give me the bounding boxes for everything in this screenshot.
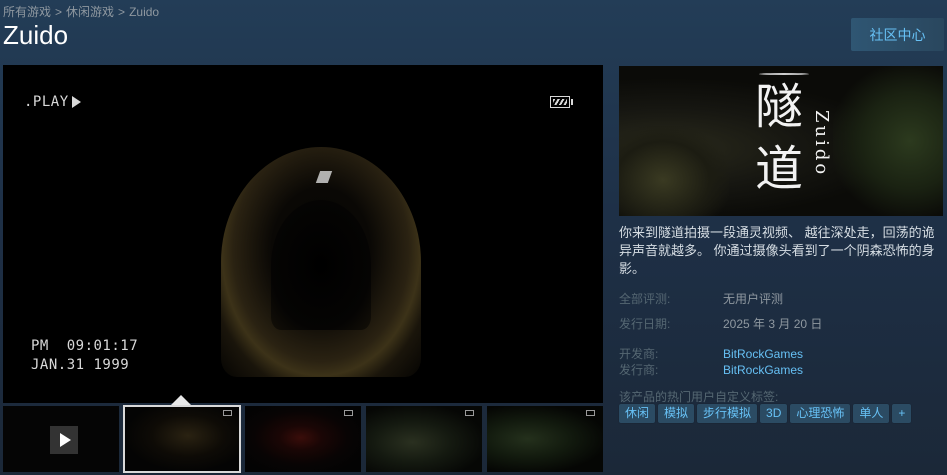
thumbnail-screenshot[interactable] [245,406,361,472]
thumb-battery-icon [344,410,353,416]
capsule-logo-line [759,73,809,75]
publisher-row: 发行商: BitRockGames [619,361,803,378]
developer-row: 开发商: BitRockGames [619,345,803,362]
reviews-row: 全部评测: 无用户评测 [619,290,783,307]
add-tag-button[interactable]: + [892,404,912,423]
thumbnail-video[interactable] [3,406,119,472]
vhs-play-icon [72,96,81,108]
video-play-icon [50,426,78,454]
release-date-value: 2025 年 3 月 20 日 [723,317,823,331]
capsule-logo-char-2: 道 [754,141,803,197]
breadcrumb-separator: > [55,5,63,19]
tag-simulation[interactable]: 模拟 [658,404,695,423]
tag-3d[interactable]: 3D [760,404,788,423]
thumbnail-screenshot[interactable] [366,406,482,472]
release-date-row: 发行日期: 2025 年 3 月 20 日 [619,315,822,332]
capsule-logo-char-1: 隧 [754,79,803,135]
breadcrumb: 所有游戏 > 休闲游戏 > Zuido [3,3,159,20]
release-date-label: 发行日期: [619,317,671,331]
developer-label: 开发商: [619,347,659,361]
community-hub-button[interactable]: 社区中心 [851,18,944,51]
publisher-label: 发行商: [619,363,659,377]
tunnel-depth [271,200,371,330]
breadcrumb-separator: > [118,5,126,19]
game-description: 你来到隧道拍摄一段通灵视频、 越往深处走，回荡的诡异声音就越多。 你通过摄像头看… [619,225,935,276]
reviews-value: 无用户评测 [723,292,784,306]
thumb-battery-icon [465,410,474,416]
vhs-date: JAN.31 1999 [31,357,130,373]
capsule-foliage-right [833,66,943,216]
thumbnail-strip [3,405,603,475]
breadcrumb-link-casual[interactable]: 休闲游戏 [66,5,114,19]
selected-thumbnail-arrow-icon [170,395,192,406]
page-title: Zuido [3,20,69,50]
thumbnail-screenshot[interactable] [123,405,241,473]
capsule-logo-cjk: 隧 道 [749,76,809,200]
vhs-play-label: .PLAY [24,94,69,110]
header-capsule-image: 隧 道 Zuido [619,66,943,216]
capsule-logo-latin: Zuido [811,110,832,178]
battery-icon [550,96,573,108]
tag-casual[interactable]: 休闲 [619,404,656,423]
developer-link[interactable]: BitRockGames [723,347,803,361]
tag-singleplayer[interactable]: 单人 [853,404,890,423]
main-screenshot-viewer[interactable]: .PLAY PM 09:01:17 JAN.31 1999 [3,65,603,403]
tag-walking-simulator[interactable]: 步行模拟 [697,404,758,423]
publisher-link[interactable]: BitRockGames [723,363,803,377]
thumb-battery-icon [586,410,595,416]
tag-psychological-horror[interactable]: 心理恐怖 [790,404,851,423]
tag-list: 休闲 模拟 步行模拟 3D 心理恐怖 单人 + [619,404,912,423]
reviews-label: 全部评测: [619,292,671,306]
vhs-time: PM 09:01:17 [31,338,139,354]
thumb-battery-icon [223,410,232,416]
breadcrumb-link-game[interactable]: Zuido [129,5,159,19]
tags-label: 该产品的热门用户自定义标签: [619,390,779,404]
thumbnail-screenshot[interactable] [487,406,603,472]
breadcrumb-link-all-games[interactable]: 所有游戏 [3,5,51,19]
capsule-foliage-left [619,126,729,216]
